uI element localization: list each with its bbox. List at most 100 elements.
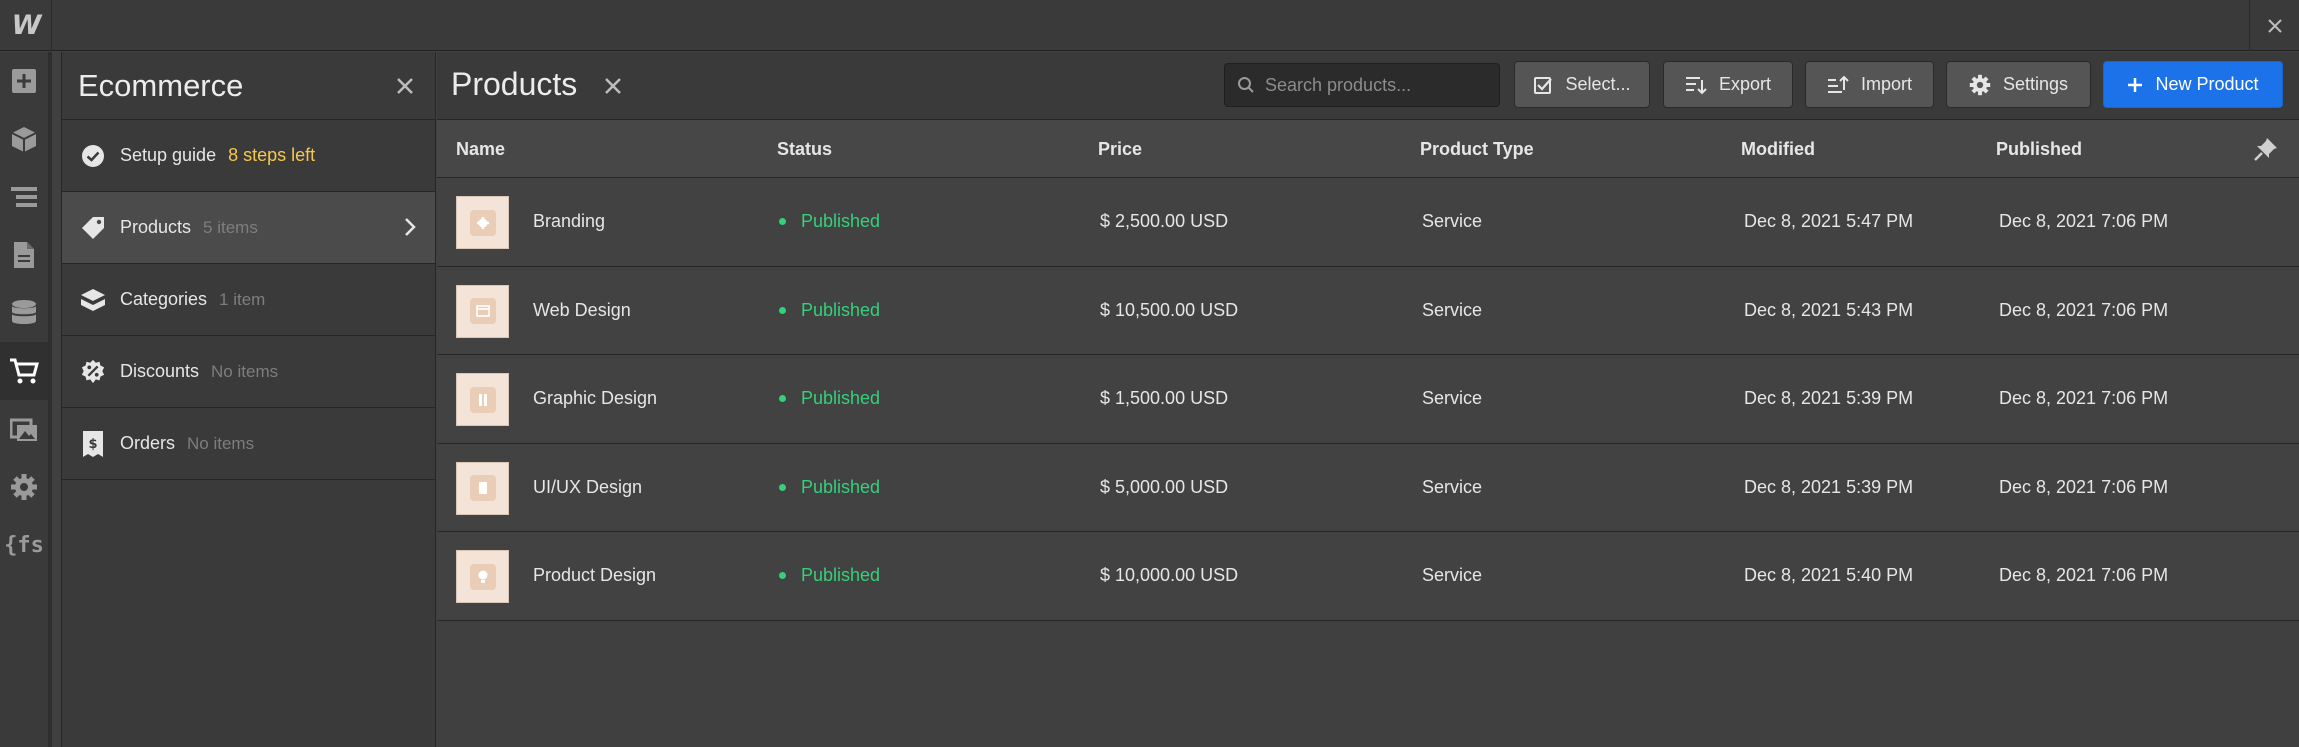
rail-settings[interactable] — [0, 458, 48, 516]
checkbox-icon — [1534, 76, 1553, 94]
lightbulb-icon — [478, 570, 487, 583]
webflow-logo[interactable]: W — [0, 0, 52, 51]
published-date: Dec 8, 2021 7:06 PM — [1999, 565, 2169, 585]
pages-icon — [14, 242, 34, 268]
new-product-label: New Product — [2155, 74, 2259, 94]
table-row[interactable]: Web Design Published $ 10,500.00 USD Ser… — [437, 266, 2299, 355]
layers-icon — [80, 287, 106, 313]
settings-button[interactable]: Settings — [1946, 61, 2091, 108]
published-date: Dec 8, 2021 7:06 PM — [1999, 211, 2169, 231]
products-header: Products Select... Export Import Setting… — [437, 52, 2299, 120]
gear-icon — [1969, 74, 1991, 95]
close-icon — [397, 78, 413, 94]
fs-icon: {fs — [4, 532, 44, 558]
phone-icon — [478, 482, 487, 494]
nav-orders[interactable]: $ Orders No items — [62, 408, 435, 480]
nav-products[interactable]: Products 5 items — [62, 192, 435, 264]
rail-cms[interactable] — [0, 284, 48, 342]
rail-navigator[interactable] — [0, 168, 48, 226]
settings-label: Settings — [2002, 74, 2069, 94]
check-circle-icon — [80, 143, 106, 169]
nav-label: Discounts — [120, 361, 200, 381]
modified-date: Dec 8, 2021 5:40 PM — [1744, 565, 1914, 585]
products-view: Products Select... Export Import Setting… — [437, 52, 2299, 747]
panel-header: Ecommerce — [62, 52, 435, 120]
table-row[interactable]: UI/UX Design Published $ 5,000.00 USD Se… — [437, 443, 2299, 532]
column-header-product-type[interactable]: Product Type — [1420, 139, 1534, 160]
pin-icon[interactable] — [2253, 136, 2279, 162]
product-type: Service — [1422, 565, 1483, 585]
product-thumbnail — [456, 284, 509, 338]
status-badge: Published — [779, 477, 880, 498]
nav-label: Orders — [120, 433, 176, 453]
search-input[interactable] — [1265, 74, 1495, 96]
status-label: Published — [801, 299, 881, 320]
nav-discounts[interactable]: Discounts No items — [62, 336, 435, 408]
steps-left-badge: 8 steps left — [228, 145, 316, 165]
product-price: $ 1,500.00 USD — [1100, 388, 1229, 408]
page-title: Products — [451, 66, 578, 102]
receipt-icon: $ — [80, 430, 106, 457]
rail-components[interactable] — [0, 110, 48, 168]
import-button[interactable]: Import — [1805, 61, 1934, 108]
product-name[interactable]: UI/UX Design — [533, 477, 642, 498]
status-badge: Published — [779, 211, 880, 232]
published-date: Dec 8, 2021 7:06 PM — [1999, 476, 2169, 497]
status-label: Published — [801, 388, 881, 408]
nav-count: No items — [211, 361, 279, 381]
close-icon — [605, 78, 621, 94]
product-type: Service — [1422, 388, 1483, 408]
status-badge: Published — [779, 565, 880, 586]
add-icon — [12, 69, 36, 93]
column-header-price[interactable]: Price — [1098, 139, 1142, 160]
select-button[interactable]: Select... — [1514, 61, 1650, 108]
table-row[interactable]: Branding Published $ 2,500.00 USD Servic… — [437, 178, 2299, 267]
nav-categories[interactable]: Categories 1 item — [62, 264, 435, 336]
top-bar: W — [0, 0, 2299, 51]
product-price: $ 2,500.00 USD — [1100, 211, 1229, 231]
status-badge: Published — [779, 300, 880, 321]
plus-icon — [2128, 77, 2143, 92]
search-box — [1224, 63, 1500, 107]
product-thumbnail — [456, 550, 509, 603]
product-name[interactable]: Branding — [533, 211, 605, 232]
new-product-button[interactable]: New Product — [2103, 61, 2283, 108]
export-label: Export — [1718, 74, 1772, 94]
product-name[interactable]: Web Design — [533, 300, 631, 321]
product-thumbnail — [456, 461, 509, 515]
navigator-icon — [11, 187, 37, 207]
close-editor-button[interactable] — [2249, 0, 2299, 51]
column-header-status[interactable]: Status — [777, 139, 832, 160]
column-header-modified[interactable]: Modified — [1741, 139, 1815, 160]
table-row[interactable]: Graphic Design Published $ 1,500.00 USD … — [437, 355, 2299, 444]
rail-fs[interactable]: {fs — [0, 516, 48, 574]
export-button[interactable]: Export — [1663, 61, 1793, 108]
status-label: Published — [801, 476, 881, 497]
table-row[interactable]: Product Design Published $ 10,000.00 USD… — [437, 532, 2299, 621]
import-label: Import — [1860, 74, 1912, 94]
product-price: $ 10,500.00 USD — [1100, 299, 1239, 320]
column-header-published[interactable]: Published — [1996, 139, 2082, 160]
nav-label: Products — [120, 217, 192, 237]
products-close-button[interactable] — [601, 74, 625, 98]
status-label: Published — [801, 211, 881, 231]
rail-ecommerce[interactable] — [0, 342, 48, 400]
rail-assets[interactable] — [0, 400, 48, 458]
rail-add[interactable] — [0, 52, 48, 110]
column-header-name[interactable]: Name — [456, 139, 505, 160]
product-name[interactable]: Graphic Design — [533, 388, 657, 409]
tag-icon — [80, 215, 106, 241]
export-icon — [1685, 76, 1707, 94]
product-price: $ 5,000.00 USD — [1100, 476, 1229, 497]
panel-close-button[interactable] — [393, 74, 417, 98]
nav-label: Setup guide — [120, 145, 217, 165]
discount-icon — [80, 359, 106, 385]
rail-pages[interactable] — [0, 226, 48, 284]
nav-setup-guide[interactable]: Setup guide 8 steps left — [62, 120, 435, 192]
product-type: Service — [1422, 211, 1483, 231]
product-name[interactable]: Product Design — [533, 565, 656, 586]
product-price: $ 10,000.00 USD — [1100, 565, 1239, 585]
ecommerce-panel: Ecommerce Setup guide 8 steps left Produ… — [61, 52, 436, 747]
box-icon — [11, 127, 37, 152]
settings-icon — [11, 474, 37, 500]
